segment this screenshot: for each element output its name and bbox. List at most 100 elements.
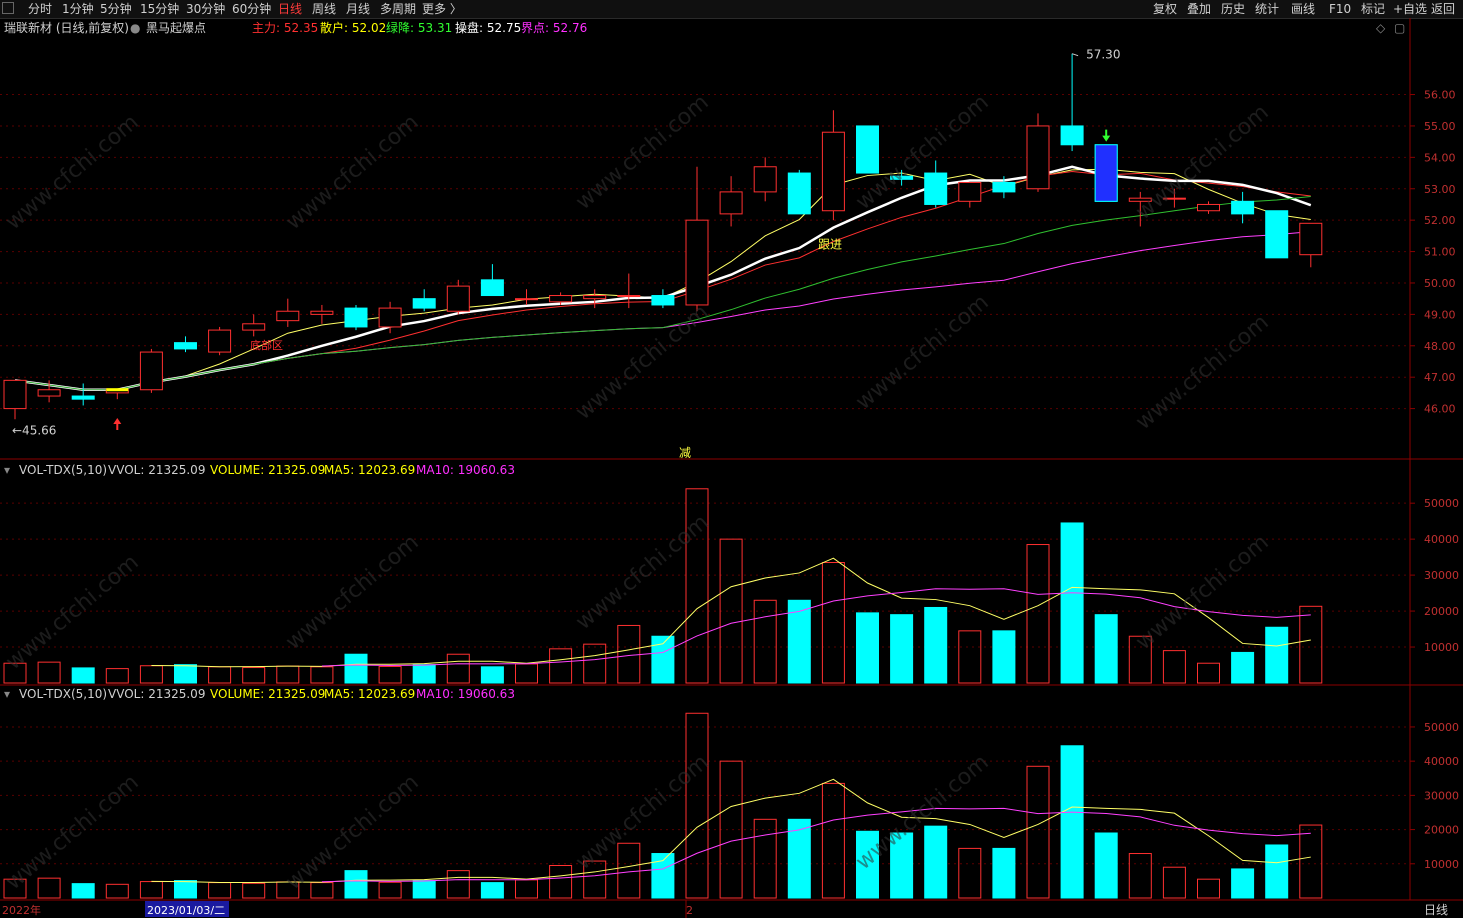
vol1-bar-32 [1094,614,1118,684]
vol2-bar-26 [890,832,914,899]
vol1-bar-31 [1060,522,1084,684]
date-label: 2023/01/03/二 [147,904,225,917]
vol2-bar-16 [549,865,573,899]
vol2-bar-31 [1060,745,1084,899]
candle-body-7 [242,323,266,331]
candle-body-18 [617,295,641,298]
price-tick-label-2: 54.00 [1424,151,1456,164]
candle-body-4 [139,351,163,391]
candle-body-0 [3,379,27,410]
vol1-bar-13 [446,653,470,684]
vol1-bar-14 [480,666,504,684]
vol1-bar-27 [924,606,948,684]
high-pointer [1071,53,1079,57]
low-label: ←45.66 [12,423,56,437]
candle-body-1 [37,389,61,397]
vol2-bar-33 [1128,853,1152,899]
candle-body-19 [651,295,675,306]
vol1-bar-15 [515,663,538,684]
candle-body-27 [924,172,948,205]
candle-body-9 [310,310,334,315]
candle-body-35 [1197,203,1220,212]
vol2-bar-34 [1162,866,1186,899]
candle-body-24 [821,131,845,212]
vol1-tick-label-3: 20000 [1424,605,1459,618]
reduce-label: 减 [679,446,691,460]
vol1-bar-28 [958,630,982,684]
vol2-bar-13 [446,870,470,899]
candle-body-22 [753,166,777,193]
vol2-bar-3 [105,883,129,899]
vol2-tick-label-1: 40000 [1424,755,1459,768]
candle-body-6 [208,329,232,353]
vol1-bar-36 [1231,651,1255,684]
vol1-bar-24 [821,562,845,684]
candle-body-10 [344,307,368,328]
vol1-bar-17 [583,643,607,684]
vol1-bar-30 [1026,544,1050,684]
candle-body-26 [890,175,914,180]
vol2-tick-label-4: 10000 [1424,858,1459,871]
price-tick-label-3: 53.00 [1424,183,1456,196]
vol2-bar-32 [1094,832,1118,899]
candle-body-16 [549,295,573,303]
vol1-tick-label-2: 30000 [1424,569,1459,582]
vol1-bar-1 [37,661,61,684]
period-label: 日线 [1424,903,1448,917]
vol2-bar-29 [992,847,1016,899]
vol2-bar-25 [856,830,879,899]
vol2-bar-14 [480,882,504,899]
follow-label: 跟进 [818,237,842,251]
candle-body-14 [480,279,504,297]
vol1-bar-12 [412,664,436,684]
vol2-bar-11 [378,881,402,899]
candle-body-36 [1231,200,1255,215]
price-tick-label-4: 52.00 [1424,214,1456,227]
vol2-bar-10 [344,870,368,899]
price-tick-label-9: 47.00 [1424,371,1456,384]
vol1-bar-8 [276,665,300,684]
vol1-tick-label-0: 50000 [1424,497,1459,510]
vol1-bar-5 [174,664,197,684]
vol1-bar-34 [1162,650,1186,684]
price-tick-label-1: 55.00 [1424,120,1456,133]
vol2-bar-6 [208,882,232,899]
vol2-bar-12 [412,880,436,899]
vol2-bar-20 [685,712,709,899]
vol2-bar-37 [1265,844,1289,899]
kline-chart[interactable]: 56.00 55.00 54.00 53.00 52.00 51.00 50.00 49.00… [0,0,1463,918]
vol1-bar-7 [242,667,266,684]
vol2-tick-label-3: 20000 [1424,824,1459,837]
candle-body-15 [515,298,538,301]
vol2-bar-30 [1026,765,1050,899]
candle-body-31 [1060,125,1084,146]
vol1-bar-29 [992,630,1016,684]
vol1-bar-33 [1128,635,1152,684]
vol2-tick-label-2: 30000 [1424,789,1459,802]
high-label: 57.30 [1086,48,1120,62]
vol2-bar-38 [1299,824,1323,899]
vol2-bar-9 [310,882,334,899]
price-tick-label-7: 49.00 [1424,308,1456,321]
vol1-tick-label-4: 10000 [1424,641,1459,654]
vol2-bar-15 [515,879,538,899]
candle-body-28 [958,181,982,202]
candle-body-11 [378,307,402,328]
candle-body-20 [685,219,709,306]
candle-body-12 [412,298,436,309]
vol1-bar-18 [617,624,641,684]
vol1-bar-10 [344,653,368,684]
signal-candle-yellow [106,388,129,392]
vol1-bar-37 [1265,626,1289,684]
vol1-tick-label-1: 40000 [1424,533,1459,546]
sell-arrow-icon [1102,129,1111,142]
vol2-bar-22 [753,818,777,899]
vol1-bar-6 [208,666,232,684]
candle-body-21 [719,191,743,215]
vol2-ma10-line [321,807,1311,883]
vol1-bar-26 [890,614,914,684]
vol1-bar-2 [71,667,95,684]
price-tick-label-8: 48.00 [1424,340,1456,353]
vol2-bar-28 [958,847,982,899]
candle-body-34 [1162,197,1186,200]
